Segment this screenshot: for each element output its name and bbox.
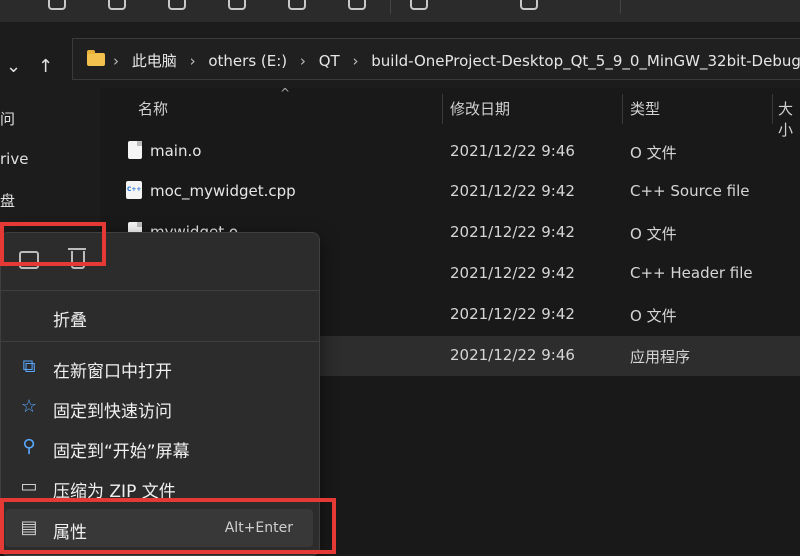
menu-item-label: 固定到快速访问	[53, 402, 172, 422]
toolbar-divider	[620, 0, 621, 14]
address-bar[interactable]: › 此电脑 › others (E:) › QT › build-OneProj…	[72, 38, 800, 80]
share-icon[interactable]	[48, 0, 66, 10]
breadcrumb-qt[interactable]: QT	[319, 52, 340, 70]
menu-divider	[1, 290, 319, 291]
file-type: 应用程序	[630, 348, 691, 366]
sort-ascending-icon: ^	[280, 86, 291, 100]
table-row[interactable]: moc_mywidget.cpp 2021/12/22 9:42 C++ Sou…	[100, 172, 800, 212]
column-header-type[interactable]: 类型	[630, 98, 660, 119]
file-name: main.o	[150, 142, 202, 160]
column-divider[interactable]	[442, 94, 443, 124]
copy-icon[interactable]	[108, 0, 126, 10]
menu-item-pin-quick-access[interactable]: ☆ 固定到快速访问	[1, 388, 319, 426]
table-row[interactable]: main.o 2021/12/22 9:46 O 文件	[100, 132, 800, 172]
file-name: moc_mywidget.cpp	[150, 182, 296, 200]
sidebar-item-onedrive[interactable]: rive	[0, 150, 28, 168]
file-modified: 2021/12/22 9:42	[450, 305, 575, 323]
menu-item-collapse[interactable]: 折叠	[1, 297, 319, 335]
column-header-modified[interactable]: 修改日期	[450, 98, 510, 119]
highlight-box-rename	[0, 222, 106, 266]
toolbar-divider	[390, 0, 391, 14]
menu-divider	[1, 341, 319, 342]
column-divider[interactable]	[622, 94, 623, 124]
paste-icon[interactable]	[168, 0, 186, 10]
file-type: O 文件	[630, 144, 677, 162]
up-arrow-icon[interactable]: ↑	[38, 58, 53, 76]
folder-icon	[87, 50, 105, 66]
file-modified: 2021/12/22 9:42	[450, 223, 575, 241]
view-icon[interactable]	[520, 0, 538, 10]
chevron-down-icon[interactable]: ⌄	[6, 58, 21, 76]
pin-icon: ⚲	[22, 436, 36, 457]
file-type: C++ Source file	[630, 182, 750, 200]
cpp-file-icon	[126, 181, 142, 199]
breadcrumb: › 此电脑 › others (E:) › QT › build-OneProj…	[113, 50, 800, 71]
column-header-name[interactable]: 名称	[138, 98, 168, 119]
menu-item-open-new-window[interactable]: ⧉ 在新窗口中打开	[1, 348, 319, 386]
menu-item-pin-start[interactable]: ⚲ 固定到“开始”屏幕	[1, 428, 319, 466]
breadcrumb-drive[interactable]: others (E:)	[208, 52, 287, 70]
breadcrumb-this-pc[interactable]: 此电脑	[132, 52, 177, 70]
menu-item-label: 固定到“开始”屏幕	[53, 442, 190, 462]
file-type: O 文件	[630, 225, 677, 243]
file-modified: 2021/12/22 9:46	[450, 142, 575, 160]
delete-icon[interactable]	[348, 0, 366, 10]
open-external-icon: ⧉	[22, 356, 36, 377]
toolbar	[0, 0, 800, 23]
zip-folder-icon: ▭	[20, 476, 38, 497]
column-divider[interactable]	[772, 94, 773, 124]
file-type: C++ Header file	[630, 264, 753, 282]
star-icon: ☆	[20, 396, 38, 417]
breadcrumb-build-folder[interactable]: build-OneProject-Desktop_Qt_5_9_0_MinGW_…	[371, 52, 800, 70]
sort-icon[interactable]	[410, 0, 428, 10]
file-modified: 2021/12/22 9:42	[450, 264, 575, 282]
sidebar-item-network-drive[interactable]: 盘	[0, 190, 15, 211]
sidebar-item-quick-access[interactable]: 问	[0, 108, 15, 129]
menu-item-label: 折叠	[53, 311, 87, 331]
chevron-right-icon: ›	[352, 52, 359, 70]
highlight-box-properties	[0, 498, 336, 554]
file-icon	[128, 141, 142, 159]
file-type: O 文件	[630, 307, 677, 325]
file-modified: 2021/12/22 9:42	[450, 182, 575, 200]
rename-icon[interactable]	[228, 0, 246, 10]
menu-item-label: 在新窗口中打开	[53, 362, 172, 382]
cut-icon[interactable]	[288, 0, 306, 10]
file-modified: 2021/12/22 9:46	[450, 346, 575, 364]
chevron-right-icon: ›	[189, 52, 196, 70]
chevron-right-icon: ›	[113, 52, 119, 70]
chevron-right-icon: ›	[299, 52, 306, 70]
